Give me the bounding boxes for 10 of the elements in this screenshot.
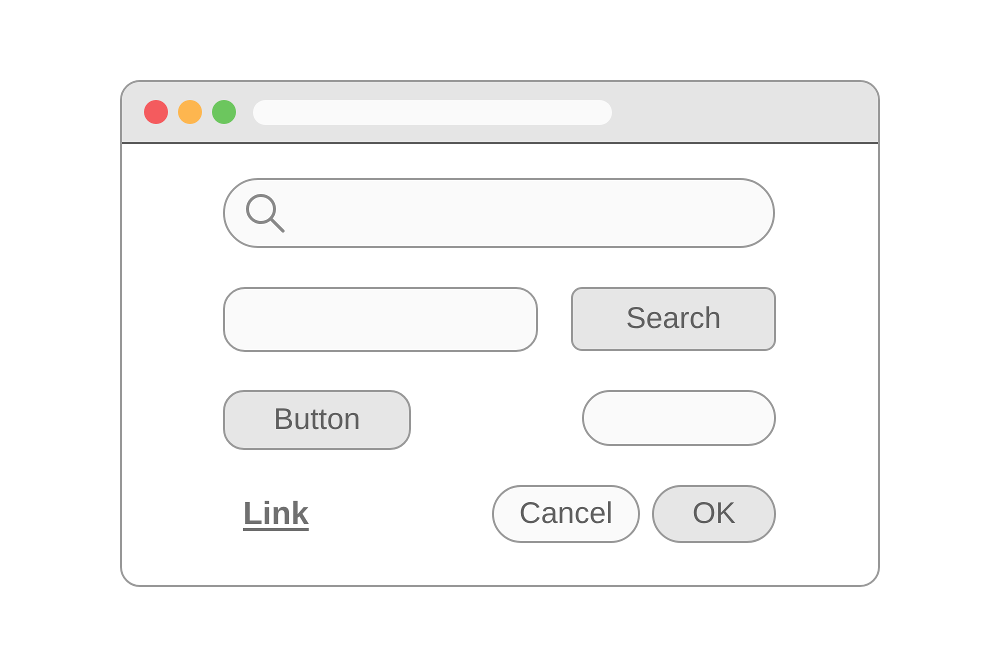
search-icon [245, 193, 285, 233]
text-field[interactable] [223, 287, 538, 352]
ok-button[interactable]: OK [652, 485, 776, 543]
window-control-icon[interactable] [212, 100, 236, 124]
link[interactable]: Link [243, 496, 309, 532]
window-control-icon[interactable] [144, 100, 168, 124]
window-control-icon[interactable] [178, 100, 202, 124]
cancel-button[interactable]: Cancel [492, 485, 640, 543]
push-button[interactable]: Button [223, 390, 411, 450]
search-button[interactable]: Search [571, 287, 776, 351]
